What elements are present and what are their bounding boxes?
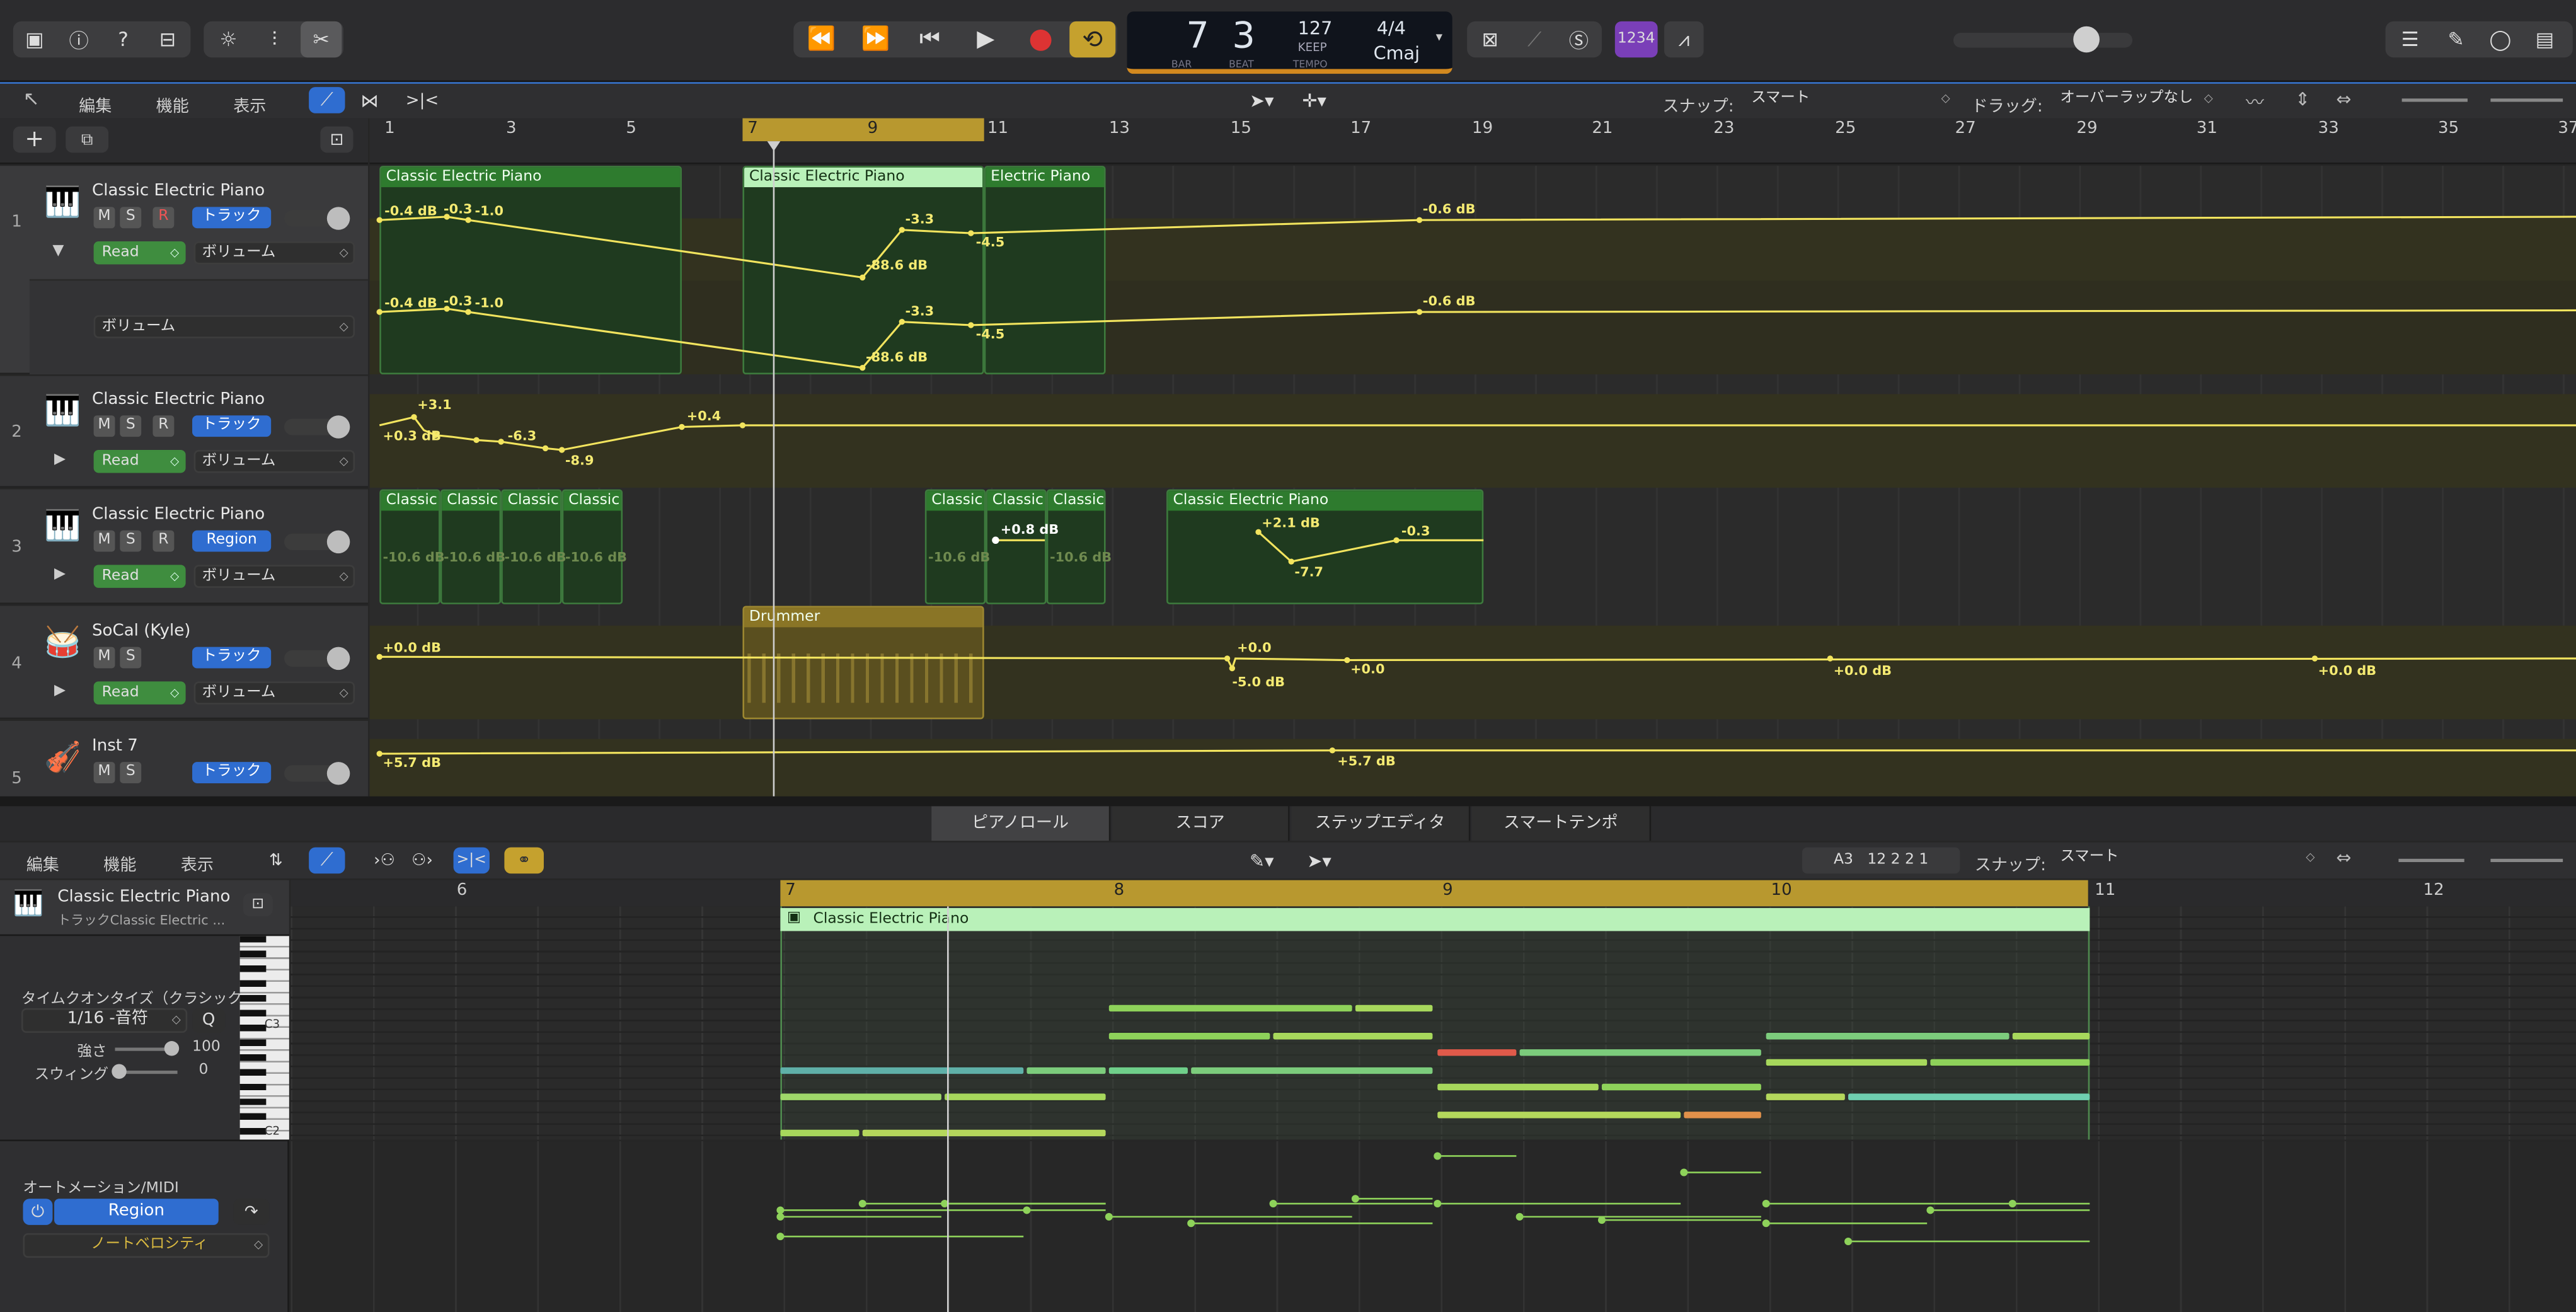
logic-pro-window: ▣ ⓘ ? ⊟ ☼ ⫶ ✂ ⏪ ⏩ ⏮ ▶ ⟲ 7 3 BAR BEAT 127…: [0, 0, 2576, 1312]
velocity-lines[interactable]: [0, 0, 2576, 1312]
